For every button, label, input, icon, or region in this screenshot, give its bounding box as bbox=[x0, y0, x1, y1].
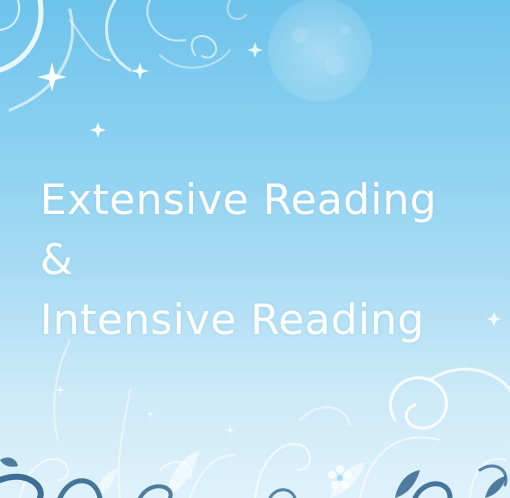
swirl-vine-ornament-top-left bbox=[0, 0, 247, 112]
slide-canvas: Extensive Reading & Intensive Reading bbox=[0, 0, 510, 498]
leaf-ornament bbox=[95, 450, 365, 498]
sparkle-star-icon bbox=[225, 425, 235, 435]
dark-leaf-ornament bbox=[0, 457, 506, 498]
slide-title: Extensive Reading & Intensive Reading bbox=[40, 170, 437, 350]
sparkle-star-icon bbox=[131, 62, 149, 80]
dark-swirl-ornament bbox=[0, 464, 508, 498]
sparkle-star-icon bbox=[146, 410, 154, 418]
sparkle-star-icon bbox=[487, 312, 501, 326]
sparkle-star-icon bbox=[247, 42, 263, 58]
title-line-extensive: Extensive Reading bbox=[40, 175, 437, 224]
moon-icon bbox=[268, 0, 372, 102]
title-line-intensive: Intensive Reading bbox=[40, 295, 425, 344]
sparkle-star-icon bbox=[90, 122, 106, 138]
title-line-ampersand: & bbox=[40, 235, 74, 284]
swirl-vine-ornament-bottom bbox=[19, 339, 510, 498]
